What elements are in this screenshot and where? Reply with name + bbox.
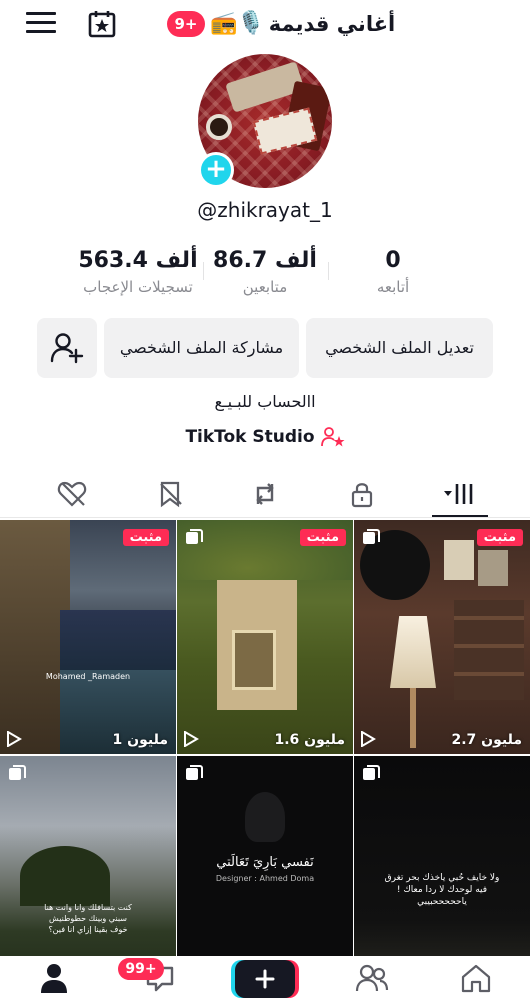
tab-saved[interactable] — [150, 476, 190, 512]
nav-friends[interactable] — [352, 960, 392, 996]
tab-liked[interactable] — [52, 476, 92, 512]
bookmark-icon — [160, 481, 182, 508]
pinned-badge: مثبت — [299, 529, 346, 546]
followers-count: 86.7 ألف — [213, 248, 317, 273]
profile-icon — [41, 964, 67, 993]
stat-followers[interactable]: 86.7 ألف متابعين — [210, 246, 320, 298]
profile-actions: مشاركة الملف الشخصي تعديل الملف الشخصي — [0, 318, 530, 378]
video-overlay-text: Mohamed _Ramaden — [45, 672, 131, 681]
following-count: 0 — [385, 248, 401, 273]
profile-avatar[interactable]: + — [198, 54, 332, 188]
following-label: أتابعه — [376, 278, 410, 296]
stat-following[interactable]: 0 أتابعه — [338, 246, 448, 298]
plus-icon — [255, 969, 275, 989]
tab-private[interactable] — [342, 476, 382, 512]
video-signature: Designer : Ahmed Doma — [215, 874, 315, 883]
top-bar: 9+ 📻🎙️ أغاني قديمة — [0, 0, 530, 48]
multi-photo-icon — [363, 765, 380, 780]
view-count: 1 مليون — [112, 732, 168, 748]
tab-reposts[interactable] — [245, 476, 285, 512]
tab-videos[interactable] — [440, 476, 480, 512]
video-thumbnail[interactable]: Mohamed _Ramaden مثبت 1 مليون — [0, 520, 176, 754]
add-friend-button[interactable] — [37, 318, 97, 378]
view-count: 1.6 مليون — [274, 732, 345, 748]
notification-badge[interactable]: 9+ — [167, 11, 205, 37]
multi-photo-icon — [186, 765, 203, 780]
content-tabs — [0, 470, 530, 518]
followers-label: متابعين — [242, 278, 288, 296]
pinned-badge: مثبت — [476, 529, 523, 546]
play-icon — [7, 731, 22, 747]
likes-count: 563.4 ألف — [78, 248, 198, 273]
creator-star-icon — [320, 427, 345, 447]
multi-photo-icon — [363, 529, 380, 544]
active-tab-indicator — [432, 515, 488, 517]
profile-bio: االحساب للبـيـع — [214, 392, 316, 411]
video-overlay-text: كنت بتسافلك وانا وانت هنا سبني وبينك حطو… — [44, 903, 132, 934]
hamburger-icon[interactable] — [26, 12, 56, 36]
repost-icon — [256, 483, 274, 505]
studio-label: TikTok Studio — [185, 427, 315, 447]
add-story-plus-icon[interactable]: + — [198, 152, 234, 188]
inbox-badge: 99+ — [118, 958, 164, 980]
video-overlay-text: ولا خايف حُبي ياخذك بحر تغرق فيه لوحدك ل… — [384, 873, 500, 907]
edit-profile-button[interactable]: تعديل الملف الشخصي — [306, 318, 493, 378]
video-thumbnail[interactable]: مثبت 1.6 مليون — [177, 520, 353, 754]
home-icon — [461, 964, 491, 993]
video-thumbnail[interactable]: نَفسي بَارِيَ تَعَالَتي Designer : Ahmed… — [177, 756, 353, 990]
lock-icon — [351, 483, 373, 508]
play-icon — [361, 731, 376, 747]
multi-photo-icon — [186, 529, 203, 544]
videos-grid-icon — [444, 484, 473, 504]
multi-photo-icon — [9, 765, 26, 780]
video-thumbnail[interactable]: كنت بتسافلك وانا وانت هنا سبني وبينك حطو… — [0, 756, 176, 990]
friends-icon — [355, 964, 389, 992]
play-icon — [184, 731, 199, 747]
video-overlay-text: نَفسي بَارِيَ تَعَالَتي — [216, 855, 314, 870]
share-profile-button[interactable]: مشاركة الملف الشخصي — [104, 318, 299, 378]
nav-home[interactable] — [456, 960, 496, 996]
video-thumbnail[interactable]: ولا خايف حُبي ياخذك بحر تغرق فيه لوحدك ل… — [354, 756, 530, 990]
pinned-badge: مثبت — [122, 529, 169, 546]
title-emoji: 📻🎙️ — [210, 11, 265, 36]
nav-profile[interactable] — [34, 960, 74, 996]
stats-row: 563.4 ألف تسجيلات الإعجاب 86.7 ألف متابع… — [0, 246, 530, 302]
liked-heart-icon — [57, 481, 87, 507]
stat-divider — [328, 262, 329, 280]
create-button[interactable] — [235, 960, 295, 998]
view-count: 2.7 مليون — [451, 732, 522, 748]
likes-label: تسجيلات الإعجاب — [83, 278, 193, 296]
stat-divider — [203, 262, 204, 280]
account-title: أغاني قديمة — [268, 12, 396, 36]
tiktok-studio-link[interactable]: TikTok Studio — [0, 426, 530, 448]
stat-likes[interactable]: 563.4 ألف تسجيلات الإعجاب — [70, 246, 206, 298]
video-thumbnail[interactable]: مثبت 2.7 مليون — [354, 520, 530, 754]
account-title-switcher[interactable]: 📻🎙️ أغاني قديمة — [210, 8, 395, 40]
add-friend-icon — [50, 333, 84, 364]
calendar-star-icon[interactable] — [86, 8, 118, 40]
bottom-navigation: 99+ — [0, 956, 530, 1000]
username: @zhikrayat_1 — [197, 198, 333, 222]
